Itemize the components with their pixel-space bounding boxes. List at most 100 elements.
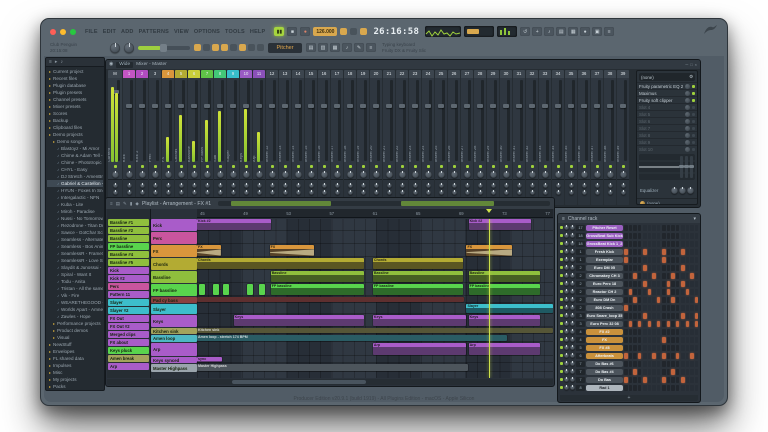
- channel-pan-knob[interactable]: [564, 281, 569, 286]
- step-cell[interactable]: [662, 345, 666, 351]
- step-cell[interactable]: [652, 361, 656, 367]
- channel-enable-led[interactable]: [560, 226, 563, 229]
- stereo-knob[interactable]: [179, 183, 184, 188]
- step-cell[interactable]: [690, 361, 694, 367]
- step-cell[interactable]: [695, 369, 699, 375]
- step-cell[interactable]: [657, 265, 661, 271]
- mixer-fader-handle[interactable]: [594, 104, 600, 108]
- step-cell[interactable]: [686, 377, 690, 383]
- browser-item[interactable]: ▸Mixer presets: [47, 103, 103, 110]
- channel-row[interactable]: 3Euro Perc 32 08: [560, 320, 698, 327]
- eq-knob[interactable]: [322, 190, 327, 195]
- toolbar-toggle-1[interactable]: [203, 44, 210, 51]
- step-cell[interactable]: [657, 321, 661, 327]
- browser-item[interactable]: ▸Channel presets: [47, 96, 103, 103]
- gear-icon[interactable]: ⚙: [689, 74, 693, 80]
- fx-slot-6[interactable]: Slot 6: [637, 117, 697, 124]
- channel-row[interactable]: 17Pitcher Reset: [560, 224, 698, 231]
- step-cell[interactable]: [671, 345, 675, 351]
- step-cell[interactable]: [657, 297, 661, 303]
- step-cell[interactable]: [633, 321, 637, 327]
- step-cell[interactable]: [638, 385, 642, 391]
- pattern-selector[interactable]: Pitcher: [268, 43, 302, 53]
- clip-mini[interactable]: [247, 284, 253, 295]
- step-cell[interactable]: [657, 377, 661, 383]
- step-cell[interactable]: [629, 369, 633, 375]
- picker-item[interactable]: FP bassline: [108, 243, 149, 250]
- clip-mini[interactable]: [213, 284, 219, 295]
- channel-name-button[interactable]: Euro DM Dn: [586, 297, 623, 303]
- mixer-strip-26[interactable]: 26Insert 26: [448, 70, 460, 205]
- step-cell[interactable]: [695, 345, 699, 351]
- stereo-knob[interactable]: [582, 183, 587, 188]
- step-cell[interactable]: [652, 337, 656, 343]
- titlebar-icon-3[interactable]: ▤: [556, 27, 566, 36]
- step-cell[interactable]: [643, 329, 647, 335]
- step-cell[interactable]: [686, 385, 690, 391]
- step-cell[interactable]: [671, 289, 675, 295]
- mixer-strip-23[interactable]: 23Insert 23: [409, 70, 421, 205]
- step-cell[interactable]: [676, 273, 680, 279]
- step-cell[interactable]: [652, 377, 656, 383]
- step-cell[interactable]: [648, 273, 652, 279]
- step-cell[interactable]: [638, 321, 642, 327]
- eq-knob[interactable]: [374, 190, 379, 195]
- toolbar-toggle-0[interactable]: [194, 44, 201, 51]
- browser-item[interactable]: ♪WEARETHEGOOD - SlumLife: [47, 299, 103, 306]
- mixer-fader-handle[interactable]: [529, 104, 535, 108]
- step-cell[interactable]: [695, 225, 699, 231]
- step-cell[interactable]: [657, 305, 661, 311]
- step-cell[interactable]: [624, 273, 628, 279]
- channel-row[interactable]: 2Reactor CH 2: [560, 288, 698, 295]
- channel-volume-knob[interactable]: [570, 305, 575, 310]
- step-cell[interactable]: [681, 329, 685, 335]
- mixer-fader[interactable]: [351, 80, 354, 161]
- channel-enable-led[interactable]: [560, 282, 563, 285]
- step-cell[interactable]: [671, 313, 675, 319]
- step-cell[interactable]: [629, 385, 633, 391]
- track-header-keys-synced[interactable]: Keys synced: [151, 357, 197, 363]
- step-cell[interactable]: [662, 257, 666, 263]
- step-cell[interactable]: [690, 297, 694, 303]
- eq-knob[interactable]: [517, 190, 522, 195]
- channel-name-button[interactable]: Exemplar: [586, 257, 623, 263]
- picker-item[interactable]: Bassline: [108, 235, 149, 242]
- step-cell[interactable]: [648, 361, 652, 367]
- channel-volume-knob[interactable]: [570, 369, 575, 374]
- stereo-knob[interactable]: [478, 183, 483, 188]
- eq-knob[interactable]: [296, 190, 301, 195]
- browser-item[interactable]: ♪Gabriel & Castellon - Enough: [47, 180, 103, 187]
- channel-pan-knob[interactable]: [564, 385, 569, 390]
- step-cell[interactable]: [662, 265, 666, 271]
- mixer-strip-10[interactable]: 10Keys: [240, 70, 252, 205]
- pan-knob[interactable]: [383, 169, 395, 179]
- track-lane[interactable]: Amen loop - stretch 174 BPM: [197, 335, 553, 342]
- step-cell[interactable]: [667, 313, 671, 319]
- track-header-master-highpass[interactable]: Master Highpass: [151, 364, 197, 372]
- mixer-strip-M[interactable]: MCurrent: [108, 70, 122, 205]
- step-cell[interactable]: [690, 249, 694, 255]
- stereo-knob[interactable]: [283, 183, 288, 188]
- mixer-fader[interactable]: [468, 80, 471, 161]
- picker-item[interactable]: Merged clips: [108, 331, 149, 338]
- stereo-knob[interactable]: [296, 183, 301, 188]
- channel-name-button[interactable]: Chromakey CH 3: [586, 273, 623, 279]
- channel-name-button[interactable]: GrossBeat Sub Kick: [586, 233, 623, 239]
- titlebar-icon-7[interactable]: ≡: [604, 27, 614, 36]
- mixer-fader-handle[interactable]: [373, 104, 379, 108]
- channel-name-button[interactable]: Do Bas: [586, 377, 623, 383]
- mixer-fader[interactable]: [260, 80, 263, 161]
- fx-mix-knob[interactable]: [685, 84, 690, 89]
- step-cell[interactable]: [638, 241, 642, 247]
- clip-pat[interactable]: Chords: [197, 258, 364, 269]
- step-cell[interactable]: [624, 225, 628, 231]
- mixer-fader[interactable]: [572, 80, 575, 161]
- step-cell[interactable]: [624, 329, 628, 335]
- step-cell[interactable]: [652, 241, 656, 247]
- step-cell[interactable]: [681, 369, 685, 375]
- step-cell[interactable]: [648, 369, 652, 375]
- playlist-tool-icon-1[interactable]: ▤: [116, 201, 120, 207]
- step-cell[interactable]: [690, 281, 694, 287]
- step-cell[interactable]: [652, 225, 656, 231]
- menu-item-edit[interactable]: EDIT: [103, 29, 116, 35]
